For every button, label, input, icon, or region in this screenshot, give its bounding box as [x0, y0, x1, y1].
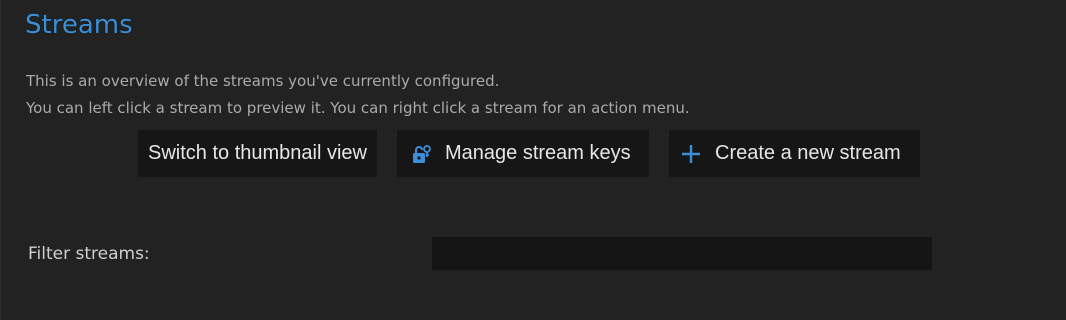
lock-key-icon: [409, 142, 433, 166]
switch-thumbnail-view-label: Switch to thumbnail view: [148, 142, 367, 164]
manage-stream-keys-label: Manage stream keys: [445, 142, 631, 164]
page-title: Streams: [25, 10, 133, 40]
filter-streams-label: Filter streams:: [28, 244, 150, 264]
filter-streams-input[interactable]: [432, 237, 932, 270]
create-new-stream-label: Create a new stream: [715, 142, 901, 164]
page-description-line-2: You can left click a stream to preview i…: [26, 99, 690, 117]
create-new-stream-button[interactable]: Create a new stream: [669, 130, 920, 177]
streams-page: Streams This is an overview of the strea…: [0, 0, 1066, 320]
manage-stream-keys-button[interactable]: Manage stream keys: [397, 130, 649, 177]
switch-thumbnail-view-button[interactable]: Switch to thumbnail view: [138, 130, 377, 177]
plus-icon: [679, 142, 703, 166]
page-description-line-1: This is an overview of the streams you'v…: [26, 72, 500, 90]
